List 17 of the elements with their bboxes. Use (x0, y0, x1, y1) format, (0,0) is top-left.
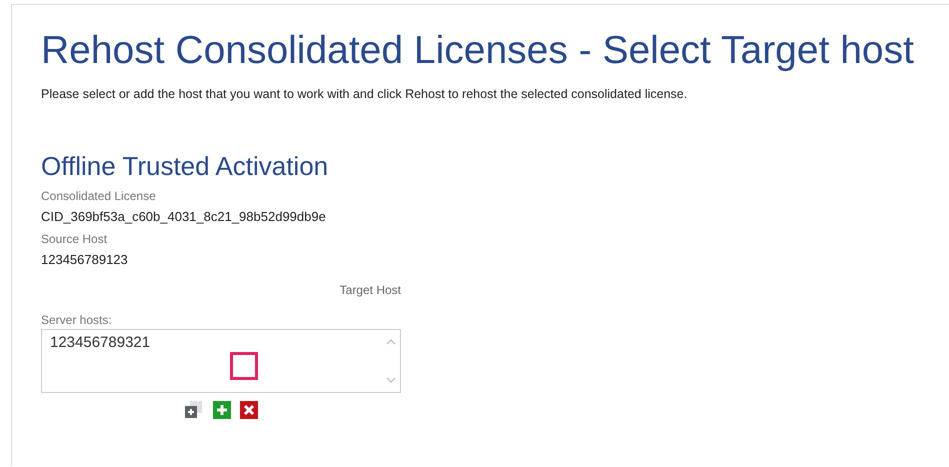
field-label: Consolidated License (41, 189, 156, 203)
page-description: Please select or add the host that you want to work with and click Rehost to rehost the selected consolidated license. (41, 87, 688, 101)
field-value: CID_369bf53a_c60b_4031_8c21_98b52d99db9e (41, 209, 326, 224)
field-value: 123456789123 (41, 252, 128, 267)
remove-icon[interactable] (240, 401, 258, 419)
page-title: Rehost Consolidated Licenses - Select Target host (41, 29, 915, 73)
server-hosts-label: Server hosts: (41, 313, 112, 327)
add-icon[interactable] (213, 401, 231, 419)
server-host-item[interactable]: 123456789321 (50, 334, 150, 351)
scroll-down-icon[interactable] (386, 376, 396, 384)
highlight-square (230, 352, 258, 380)
target-host-label: Target Host (340, 283, 401, 297)
scroll-up-icon[interactable] (386, 338, 396, 346)
field-label: Source Host (41, 232, 108, 246)
section-heading: Offline Trusted Activation (41, 151, 330, 181)
add-copy-icon[interactable] (184, 401, 204, 419)
server-hosts-list[interactable]: 123456789321 (41, 329, 401, 393)
